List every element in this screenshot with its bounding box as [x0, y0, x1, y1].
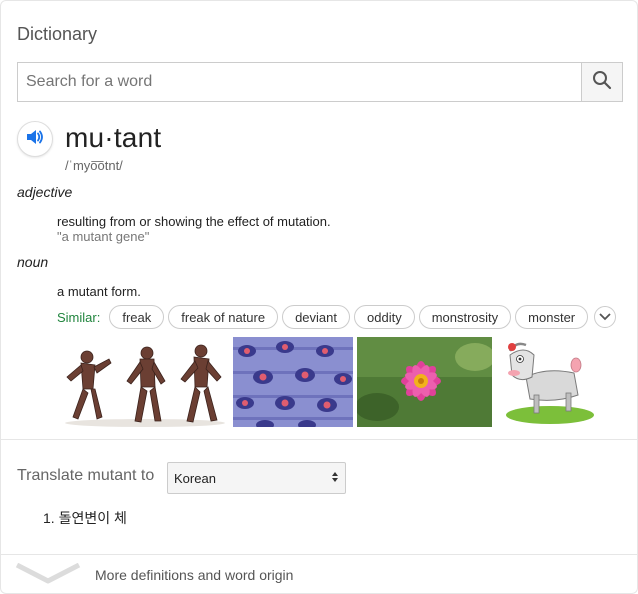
image-zombie-figures[interactable] — [61, 337, 229, 427]
search-icon — [592, 70, 612, 95]
headword: mu·tant — [65, 122, 162, 153]
similar-label: Similar: — [57, 309, 101, 325]
footer-divider — [1, 554, 638, 555]
translation-result: 1. 돌연변이 체 — [43, 510, 127, 526]
part-of-speech-adjective: adjective — [17, 184, 73, 200]
similar-chip-monster[interactable]: monster — [515, 305, 589, 329]
expand-chevron-icon[interactable] — [15, 562, 81, 590]
select-arrows-icon — [331, 471, 339, 486]
search-button[interactable] — [581, 63, 622, 101]
definition-adjective: resulting from or showing the effect of … — [57, 214, 331, 229]
image-peacock-feather-pattern[interactable] — [233, 337, 353, 427]
more-definitions-link[interactable]: More definitions and word origin — [95, 567, 293, 583]
similar-chip-monstrosity[interactable]: monstrosity — [418, 305, 512, 329]
similar-chip-oddity[interactable]: oddity — [354, 305, 415, 329]
search-input[interactable] — [18, 63, 581, 101]
phonetic: /ˈmyo͞otnt/ — [65, 158, 123, 173]
example-adjective: "a mutant gene" — [57, 229, 150, 244]
similar-words-row: Similar: freak freak of nature deviant o… — [57, 305, 617, 329]
language-select[interactable]: Korean — [167, 462, 346, 494]
image-cartoon-goat[interactable] — [496, 337, 596, 427]
image-pink-dahlia-flower[interactable] — [357, 337, 492, 427]
definition-noun: a mutant form. — [57, 284, 141, 299]
chevron-down-icon — [599, 308, 611, 326]
translate-label: Translate mutant to — [17, 467, 155, 484]
section-divider — [1, 439, 638, 440]
similar-chip-deviant[interactable]: deviant — [282, 305, 350, 329]
expand-similar-button[interactable] — [594, 306, 617, 328]
search-box — [17, 62, 623, 102]
speaker-icon — [26, 129, 44, 150]
selected-language: Korean — [174, 470, 216, 486]
card-title: Dictionary — [17, 24, 98, 44]
similar-chip-freak[interactable]: freak — [109, 305, 165, 329]
similar-chip-freak-of-nature[interactable]: freak of nature — [168, 305, 279, 329]
image-strip — [61, 337, 596, 427]
dictionary-card: Dictionary mu·tant /ˈmyo͞otnt/ adjective… — [0, 0, 638, 594]
part-of-speech-noun: noun — [17, 254, 49, 270]
pronunciation-button[interactable] — [17, 121, 53, 157]
